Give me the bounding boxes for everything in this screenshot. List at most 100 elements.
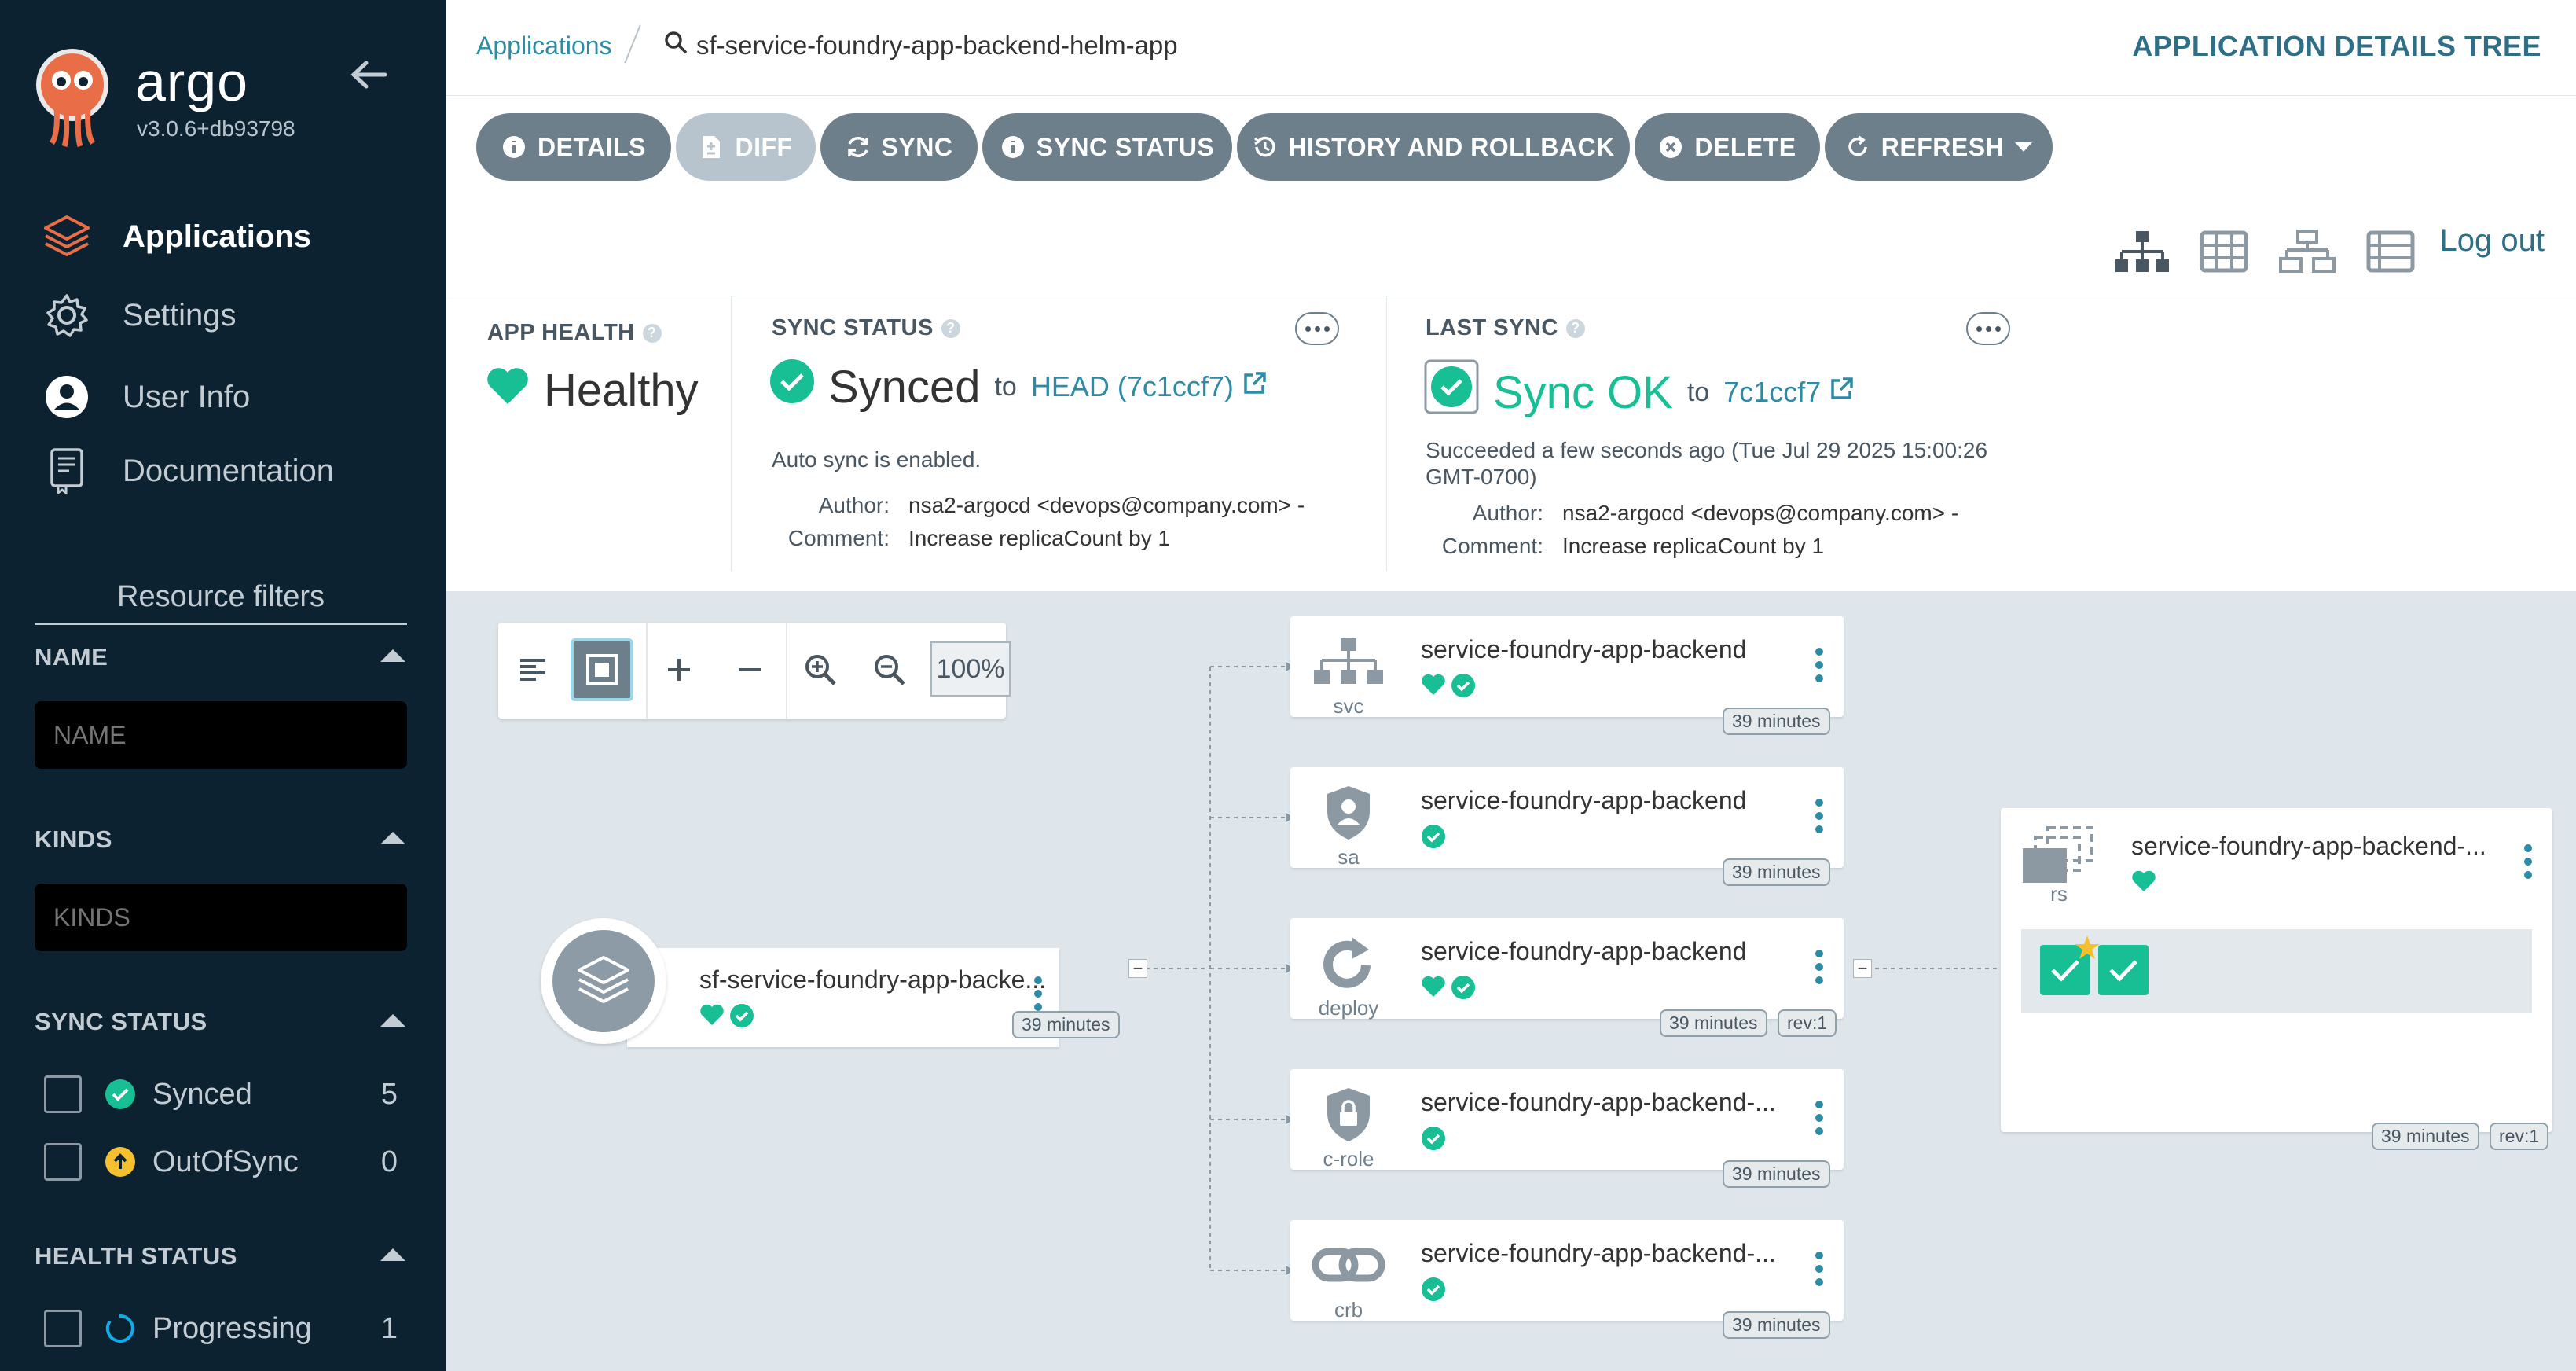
zoom-out-icon[interactable] [858, 638, 921, 701]
health-status-filter-header[interactable]: HEALTH STATUS [35, 1242, 407, 1270]
kinds-filter-header[interactable]: KINDS [35, 825, 407, 854]
breadcrumb-applications[interactable]: Applications [476, 31, 612, 61]
divider [731, 296, 732, 572]
search-icon[interactable] [663, 30, 688, 61]
last-sync-comment-row: Comment: Increase replicaCount by 1 [1426, 534, 1824, 559]
node-status [1421, 824, 1446, 849]
star-icon [2075, 935, 2100, 959]
resource-node-crb[interactable]: crb service-foundry-app-backend-... [1290, 1220, 1844, 1321]
filter-progressing[interactable]: Progressing 1 [44, 1305, 398, 1352]
fit-screen-icon[interactable] [571, 638, 633, 701]
sync-status-more-button[interactable] [1295, 312, 1339, 345]
outofsync-checkbox[interactable] [44, 1143, 82, 1181]
check-circle-icon [1451, 674, 1475, 697]
collapse-toggle[interactable]: − [1128, 958, 1147, 978]
history-rollback-button[interactable]: HISTORY AND ROLLBACK [1237, 113, 1630, 181]
last-sync-more-button[interactable] [1966, 312, 2010, 345]
nav-applications[interactable]: Applications [42, 209, 311, 264]
application-card[interactable]: sf-service-foundry-app-backe... [627, 948, 1059, 1047]
synced-checkbox[interactable] [44, 1075, 82, 1113]
node-kind: c-role [1323, 1147, 1374, 1171]
service-account-icon [1309, 781, 1388, 844]
collapse-toggle[interactable]: − [1853, 958, 1872, 978]
to-label: to [1686, 377, 1710, 407]
argo-logo[interactable] [33, 46, 112, 148]
breadcrumb-current: sf-service-foundry-app-backend-helm-app [663, 30, 1178, 61]
external-link-icon [1242, 370, 1267, 403]
sync-revision-link[interactable]: HEAD (7c1ccf7) [1031, 370, 1267, 403]
help-icon[interactable]: ? [1565, 318, 1585, 338]
pods-view-icon[interactable] [2194, 222, 2254, 281]
app-health-value: Healthy [486, 364, 699, 417]
expand-all-icon[interactable] [648, 638, 710, 701]
node-age-badge: 39 minutes [1723, 1160, 1830, 1188]
sync-status-button[interactable]: SYNC STATUS [982, 113, 1232, 181]
sync-comment-row: Comment: Increase replicaCount by 1 [772, 526, 1170, 551]
nav-documentation[interactable]: Documentation [42, 443, 334, 498]
resource-node-c-role[interactable]: c-role service-foundry-app-backend-... [1290, 1069, 1844, 1171]
collapse-caret-icon[interactable] [380, 1014, 405, 1027]
name-filter-input[interactable] [35, 701, 407, 769]
diff-button[interactable]: DIFF [676, 113, 816, 181]
collapse-sidebar-icon[interactable] [346, 55, 393, 94]
delete-button[interactable]: DELETE [1635, 113, 1820, 181]
pod-2[interactable] [2098, 945, 2149, 995]
app-node-menu[interactable] [1034, 976, 1042, 1011]
node-age-badge: 39 minutes [1723, 708, 1830, 735]
filter-label: OutOfSync [152, 1145, 299, 1178]
filter-label: Progressing [152, 1311, 312, 1345]
logout-link[interactable]: Log out [2440, 223, 2545, 259]
sync-status-text: Synced [828, 361, 981, 413]
resource-node-rs[interactable]: rs service-foundry-app-backend-... [2001, 808, 2552, 1132]
node-name: service-foundry-app-backend [1421, 937, 1747, 965]
resource-node-deploy[interactable]: deploy service-foundry-app-backend [1290, 918, 1844, 1020]
zoom-in-icon[interactable] [789, 638, 852, 701]
list-view-icon[interactable] [2361, 222, 2420, 281]
node-menu[interactable] [1815, 1252, 1825, 1286]
details-button[interactable]: DETAILS [476, 113, 671, 181]
resource-node-svc[interactable]: svc service-foundry-app-backend [1290, 616, 1844, 718]
nav-settings[interactable]: Settings [42, 288, 237, 343]
node-menu[interactable] [1815, 648, 1825, 682]
cluster-role-icon [1309, 1083, 1388, 1146]
tree-view-icon[interactable] [2112, 222, 2172, 281]
info-icon [501, 134, 527, 160]
collapse-caret-icon[interactable] [380, 649, 405, 662]
page-title: APPLICATION DETAILS TREE [2132, 30, 2541, 62]
help-icon[interactable]: ? [642, 323, 662, 343]
breadcrumb-separator [624, 24, 641, 64]
nav-user-info[interactable]: User Info [42, 369, 250, 425]
align-left-icon[interactable] [501, 638, 564, 701]
to-label: to [994, 371, 1017, 402]
sync-status-filter-header[interactable]: SYNC STATUS [35, 1008, 407, 1036]
refresh-button[interactable]: REFRESH [1825, 113, 2053, 181]
resource-node-sa[interactable]: sa service-foundry-app-backend [1290, 767, 1844, 869]
collapse-caret-icon[interactable] [380, 832, 405, 844]
kinds-filter-input[interactable] [35, 884, 407, 951]
network-view-icon[interactable] [2277, 222, 2337, 281]
progressing-checkbox[interactable] [44, 1310, 82, 1347]
app-node-status [699, 1003, 754, 1028]
node-kind: rs [2050, 882, 2068, 906]
filter-synced[interactable]: Synced 5 [44, 1071, 398, 1118]
collapse-caret-icon[interactable] [380, 1248, 405, 1261]
node-menu[interactable] [1815, 799, 1825, 833]
nav-label: User Info [123, 379, 251, 414]
health-status-filter-label: HEALTH STATUS [35, 1242, 237, 1270]
sync-status-filter-label: SYNC STATUS [35, 1008, 207, 1035]
comment-value: Increase replicaCount by 1 [1562, 534, 1825, 558]
button-label: DETAILS [537, 132, 646, 161]
last-sync-revision-link[interactable]: 7c1ccf7 [1723, 376, 1854, 409]
help-icon[interactable]: ? [941, 318, 960, 338]
caret-down-icon [2015, 142, 2033, 152]
resource-tree-graph[interactable]: 100% sf-service-foundry-app-backe... 39 … [446, 591, 2576, 1371]
name-filter-header[interactable]: NAME [35, 643, 407, 671]
node-menu[interactable] [1815, 1101, 1825, 1135]
resource-filters-title: Resource filters [35, 580, 407, 625]
filter-outofsync[interactable]: OutOfSync 0 [44, 1138, 398, 1185]
sync-button[interactable]: SYNC [820, 113, 978, 181]
node-status [1421, 975, 1476, 1000]
collapse-all-icon[interactable] [718, 638, 781, 701]
node-menu[interactable] [1815, 950, 1825, 984]
node-menu[interactable] [2524, 844, 2534, 879]
